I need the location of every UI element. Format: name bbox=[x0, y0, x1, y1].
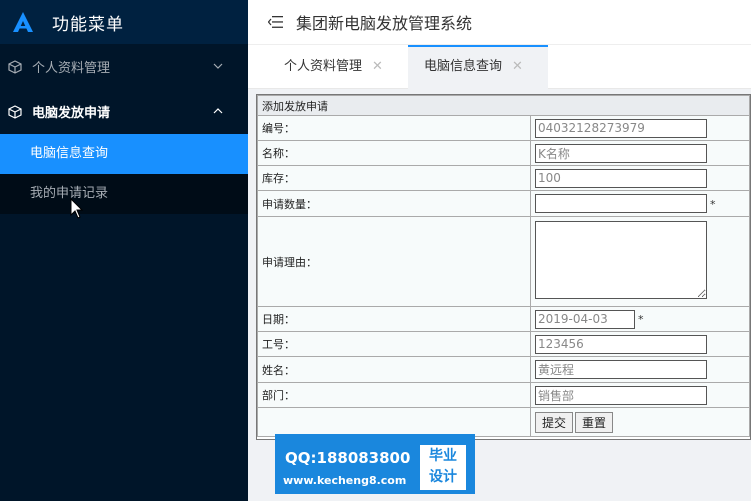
label-job-no: 工号： bbox=[257, 331, 531, 357]
chevron-up-icon bbox=[213, 108, 223, 114]
watermark-badge-line1: 毕业 bbox=[429, 448, 457, 464]
watermark-badge: 毕业 设计 bbox=[420, 445, 466, 490]
stock-field[interactable] bbox=[535, 168, 707, 188]
required-mark: * bbox=[710, 197, 716, 211]
label-name: 名称： bbox=[257, 140, 531, 166]
logo-icon bbox=[13, 12, 33, 32]
tab-computer-info[interactable]: 电脑信息查询 ✕ bbox=[408, 45, 548, 89]
tab-bar: 个人资料管理 ✕ 电脑信息查询 ✕ bbox=[248, 44, 751, 89]
quantity-field[interactable] bbox=[535, 194, 707, 213]
submenu: 电脑信息查询 我的申请记录 bbox=[0, 134, 248, 214]
top-header: 集团新电脑发放管理系统 bbox=[248, 0, 751, 44]
brand-title: 功能菜单 bbox=[52, 14, 124, 35]
label-stock: 库存： bbox=[257, 165, 531, 191]
label-date: 日期： bbox=[257, 306, 531, 332]
menu-group-label: 电脑发放申请 bbox=[32, 106, 111, 121]
mouse-pointer-icon bbox=[70, 198, 84, 219]
application-form: 添加发放申请 编号： 名称： 库存： 申请数量： * 申请理由： 日期： * 工… bbox=[257, 95, 750, 437]
menu-group-label: 个人资料管理 bbox=[32, 61, 111, 76]
sidebar-item-computer-info[interactable]: 电脑信息查询 bbox=[0, 134, 248, 174]
submit-button[interactable]: 提交 bbox=[535, 411, 574, 433]
menu-group-application[interactable]: 电脑发放申请 bbox=[0, 89, 248, 134]
close-icon[interactable]: ✕ bbox=[372, 59, 383, 74]
brand: 功能菜单 bbox=[0, 0, 248, 44]
job-no-field[interactable] bbox=[535, 334, 707, 354]
cube-icon bbox=[8, 59, 22, 74]
label-reason: 申请理由： bbox=[257, 216, 531, 307]
sidebar: 功能菜单 个人资料管理 电脑发放申请 电脑信息查询 我的申请记录 bbox=[0, 0, 248, 501]
date-field[interactable] bbox=[535, 309, 635, 329]
app-title: 集团新电脑发放管理系统 bbox=[296, 14, 473, 33]
applicant-field[interactable] bbox=[535, 360, 707, 379]
form-caption: 添加发放申请 bbox=[257, 95, 750, 116]
tab-profile[interactable]: 个人资料管理 ✕ bbox=[266, 45, 408, 89]
tab-label: 电脑信息查询 bbox=[424, 59, 503, 74]
label-quantity: 申请数量： bbox=[257, 190, 531, 217]
name-field[interactable] bbox=[535, 143, 707, 163]
cube-icon bbox=[8, 104, 22, 119]
number-field[interactable] bbox=[535, 118, 707, 138]
buttons-label-cell bbox=[257, 407, 531, 437]
watermark-qq: QQ:188083800 bbox=[285, 449, 411, 467]
close-icon[interactable]: ✕ bbox=[512, 59, 523, 74]
chevron-down-icon bbox=[213, 63, 223, 69]
department-field[interactable] bbox=[535, 385, 707, 405]
menu-group-profile[interactable]: 个人资料管理 bbox=[0, 44, 248, 89]
menu-toggle-icon[interactable] bbox=[268, 15, 284, 29]
reason-textarea[interactable] bbox=[535, 221, 707, 299]
sidebar-item-my-applications[interactable]: 我的申请记录 bbox=[0, 174, 248, 214]
watermark: QQ:188083800 www.kecheng8.com 毕业 设计 bbox=[275, 434, 475, 494]
label-department: 部门： bbox=[257, 382, 531, 408]
label-number: 编号： bbox=[257, 115, 531, 141]
form-panel: 添加发放申请 编号： 名称： 库存： 申请数量： * 申请理由： 日期： * 工… bbox=[256, 94, 751, 440]
watermark-url: www.kecheng8.com bbox=[283, 474, 407, 487]
tab-label: 个人资料管理 bbox=[284, 59, 363, 74]
label-applicant: 姓名： bbox=[257, 356, 531, 383]
watermark-badge-line2: 设计 bbox=[429, 469, 457, 485]
reset-button[interactable]: 重置 bbox=[575, 411, 614, 433]
required-mark: * bbox=[638, 313, 644, 326]
